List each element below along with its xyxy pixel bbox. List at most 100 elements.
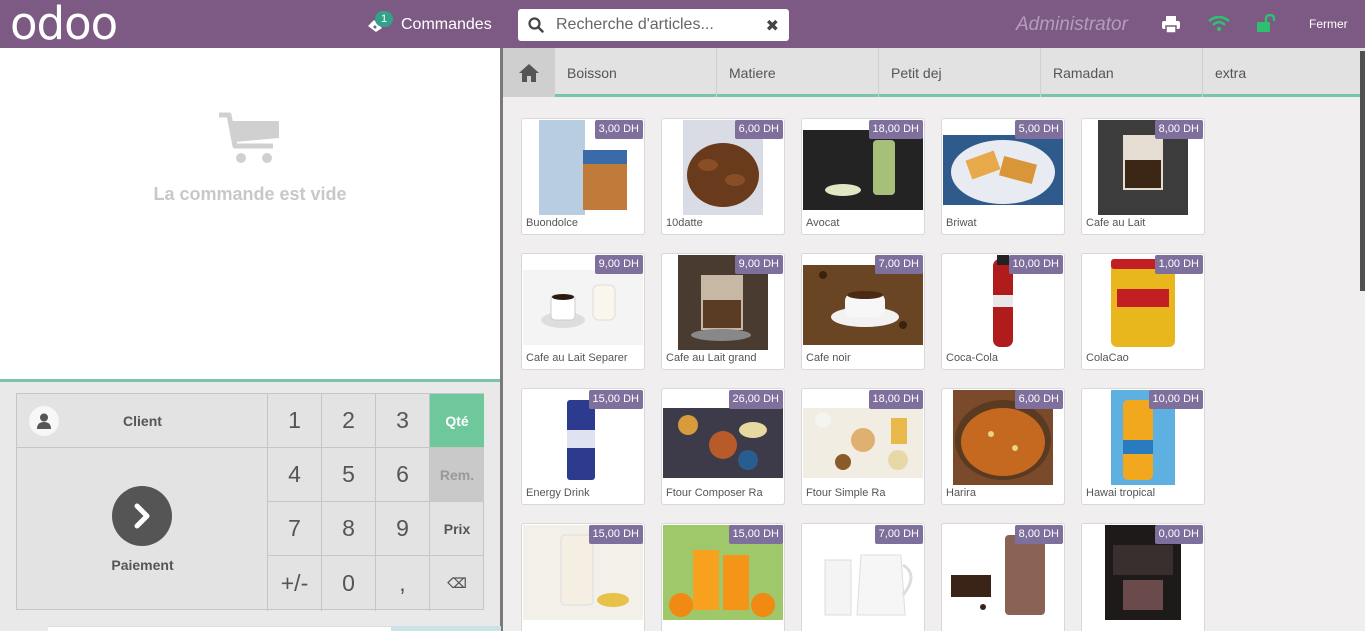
product-price-tag: 10,00 DH bbox=[1148, 390, 1203, 409]
product-card[interactable]: 15,00 DH Energy Drink bbox=[521, 388, 645, 505]
product-price-tag: 0,00 DH bbox=[1154, 525, 1203, 544]
odoo-logo[interactable]: odoo bbox=[10, 1, 118, 46]
home-icon[interactable] bbox=[503, 48, 554, 97]
empty-order: La commande est vide bbox=[0, 112, 500, 205]
product-card[interactable]: 18,00 DH Avocat bbox=[801, 118, 925, 235]
key-7[interactable]: 7 bbox=[268, 502, 322, 556]
category-extra[interactable]: extra bbox=[1202, 48, 1365, 97]
bottom-strip bbox=[48, 626, 391, 631]
bottom-strip-accent bbox=[391, 626, 501, 631]
product-card[interactable]: 9,00 DH Cafe au Lait Separer bbox=[521, 253, 645, 370]
product-card[interactable]: 3,00 DH Buondolce bbox=[521, 118, 645, 235]
category-matiere[interactable]: Matiere bbox=[716, 48, 878, 97]
product-card[interactable]: 8,00 DH Cafe au Lait bbox=[1081, 118, 1205, 235]
cart-icon bbox=[0, 112, 500, 166]
key-8[interactable]: 8 bbox=[322, 502, 376, 556]
product-price-tag: 5,00 DH bbox=[1014, 120, 1063, 139]
product-name: Ftour Simple Ra bbox=[806, 487, 886, 499]
payment-label: Paiement bbox=[111, 557, 174, 573]
product-card[interactable]: 15,00 DH bbox=[521, 523, 645, 631]
category-bar: Boisson Matiere Petit dej Ramadan extra bbox=[503, 48, 1365, 97]
decimal-key[interactable]: , bbox=[376, 556, 430, 611]
product-name: ColaCao bbox=[1086, 352, 1129, 364]
product-price-tag: 6,00 DH bbox=[734, 120, 783, 139]
key-0[interactable]: 0 bbox=[322, 556, 376, 611]
chevron-right-icon bbox=[112, 486, 172, 546]
plus-minus-key[interactable]: +/- bbox=[268, 556, 322, 611]
product-price-tag: 1,00 DH bbox=[1154, 255, 1203, 274]
product-name: Coca-Cola bbox=[946, 352, 998, 364]
key-6[interactable]: 6 bbox=[376, 448, 430, 502]
key-5[interactable]: 5 bbox=[322, 448, 376, 502]
product-name: Hawai tropical bbox=[1086, 487, 1156, 499]
pos-app: odoo 1 Commandes ✖ Administrator Fermer bbox=[0, 0, 1365, 631]
close-session-button[interactable]: Fermer bbox=[1309, 17, 1348, 31]
product-price-tag: 3,00 DH bbox=[594, 120, 643, 139]
product-price-tag: 10,00 DH bbox=[1008, 255, 1063, 274]
product-card[interactable]: 7,00 DH bbox=[801, 523, 925, 631]
category-petit-dej[interactable]: Petit dej bbox=[878, 48, 1040, 97]
category-boisson[interactable]: Boisson bbox=[554, 48, 716, 97]
product-name: Briwat bbox=[946, 217, 977, 229]
product-name: Cafe noir bbox=[806, 352, 851, 364]
product-card[interactable]: 10,00 DH Coca-Cola bbox=[941, 253, 1065, 370]
user-name[interactable]: Administrator bbox=[1016, 14, 1128, 36]
qty-mode-button[interactable]: Qté bbox=[430, 394, 484, 448]
product-price-tag: 6,00 DH bbox=[1014, 390, 1063, 409]
product-price-tag: 18,00 DH bbox=[868, 390, 923, 409]
product-price-tag: 15,00 DH bbox=[588, 390, 643, 409]
search-icon bbox=[528, 15, 548, 35]
key-3[interactable]: 3 bbox=[376, 394, 430, 448]
client-button[interactable]: Client bbox=[17, 394, 268, 448]
product-card[interactable]: 6,00 DH 10datte bbox=[661, 118, 785, 235]
product-card[interactable]: 7,00 DH Cafe noir bbox=[801, 253, 925, 370]
product-name: Cafe au Lait bbox=[1086, 217, 1146, 229]
product-card[interactable]: 26,00 DH Ftour Composer Ra bbox=[661, 388, 785, 505]
product-name: Cafe au Lait Separer bbox=[526, 352, 628, 364]
product-price-tag: 18,00 DH bbox=[868, 120, 923, 139]
product-card[interactable]: 8,00 DH bbox=[941, 523, 1065, 631]
printer-icon[interactable] bbox=[1161, 16, 1181, 39]
key-9[interactable]: 9 bbox=[376, 502, 430, 556]
scrollbar[interactable] bbox=[1360, 51, 1365, 291]
product-card[interactable]: 18,00 DH Ftour Simple Ra bbox=[801, 388, 925, 505]
search-input[interactable] bbox=[556, 16, 756, 34]
discount-mode-button[interactable]: Rem. bbox=[430, 448, 484, 502]
numpad: 1 2 3 Qté 4 5 6 Rem. 7 8 9 Prix +/- 0, ⌫ bbox=[268, 394, 484, 611]
product-card[interactable]: 15,00 DH bbox=[661, 523, 785, 631]
product-price-tag: 26,00 DH bbox=[728, 390, 783, 409]
product-price-tag: 15,00 DH bbox=[588, 525, 643, 544]
product-card[interactable]: 5,00 DH Briwat bbox=[941, 118, 1065, 235]
client-label: Client bbox=[123, 412, 162, 429]
key-1[interactable]: 1 bbox=[268, 394, 322, 448]
key-4[interactable]: 4 bbox=[268, 448, 322, 502]
wifi-icon[interactable] bbox=[1208, 15, 1230, 37]
orders-label: Commandes bbox=[401, 16, 492, 33]
empty-order-message: La commande est vide bbox=[153, 184, 347, 204]
orders-count-badge: 1 bbox=[375, 11, 393, 27]
product-card[interactable]: 1,00 DH ColaCao bbox=[1081, 253, 1205, 370]
product-card[interactable]: 10,00 DH Hawai tropical bbox=[1081, 388, 1205, 505]
product-price-tag: 7,00 DH bbox=[874, 525, 923, 544]
product-name: 10datte bbox=[666, 217, 703, 229]
price-mode-button[interactable]: Prix bbox=[430, 502, 484, 556]
product-name: Cafe au Lait grand bbox=[666, 352, 757, 364]
key-2[interactable]: 2 bbox=[322, 394, 376, 448]
product-price-tag: 9,00 DH bbox=[594, 255, 643, 274]
product-card[interactable]: 0,00 DH bbox=[1081, 523, 1205, 631]
unlock-icon[interactable] bbox=[1256, 13, 1276, 39]
orders-button[interactable]: 1 Commandes bbox=[367, 10, 492, 40]
product-price-tag: 15,00 DH bbox=[728, 525, 783, 544]
backspace-key[interactable]: ⌫ bbox=[430, 556, 484, 611]
product-price-tag: 7,00 DH bbox=[874, 255, 923, 274]
category-ramadan[interactable]: Ramadan bbox=[1040, 48, 1202, 97]
close-icon[interactable]: ✖ bbox=[766, 16, 779, 36]
payment-button[interactable]: Paiement bbox=[17, 448, 268, 611]
product-card[interactable]: 9,00 DH Cafe au Lait grand bbox=[661, 253, 785, 370]
product-name: Harira bbox=[946, 487, 976, 499]
product-panel: Boisson Matiere Petit dej Ramadan extra 3,00… bbox=[503, 48, 1365, 631]
product-card[interactable]: 6,00 DH Harira bbox=[941, 388, 1065, 505]
product-name: Energy Drink bbox=[526, 487, 590, 499]
product-grid: 3,00 DH Buondolce 6,00 DH 10datte 18,00 DH Av… bbox=[503, 100, 1365, 631]
product-price-tag: 9,00 DH bbox=[734, 255, 783, 274]
